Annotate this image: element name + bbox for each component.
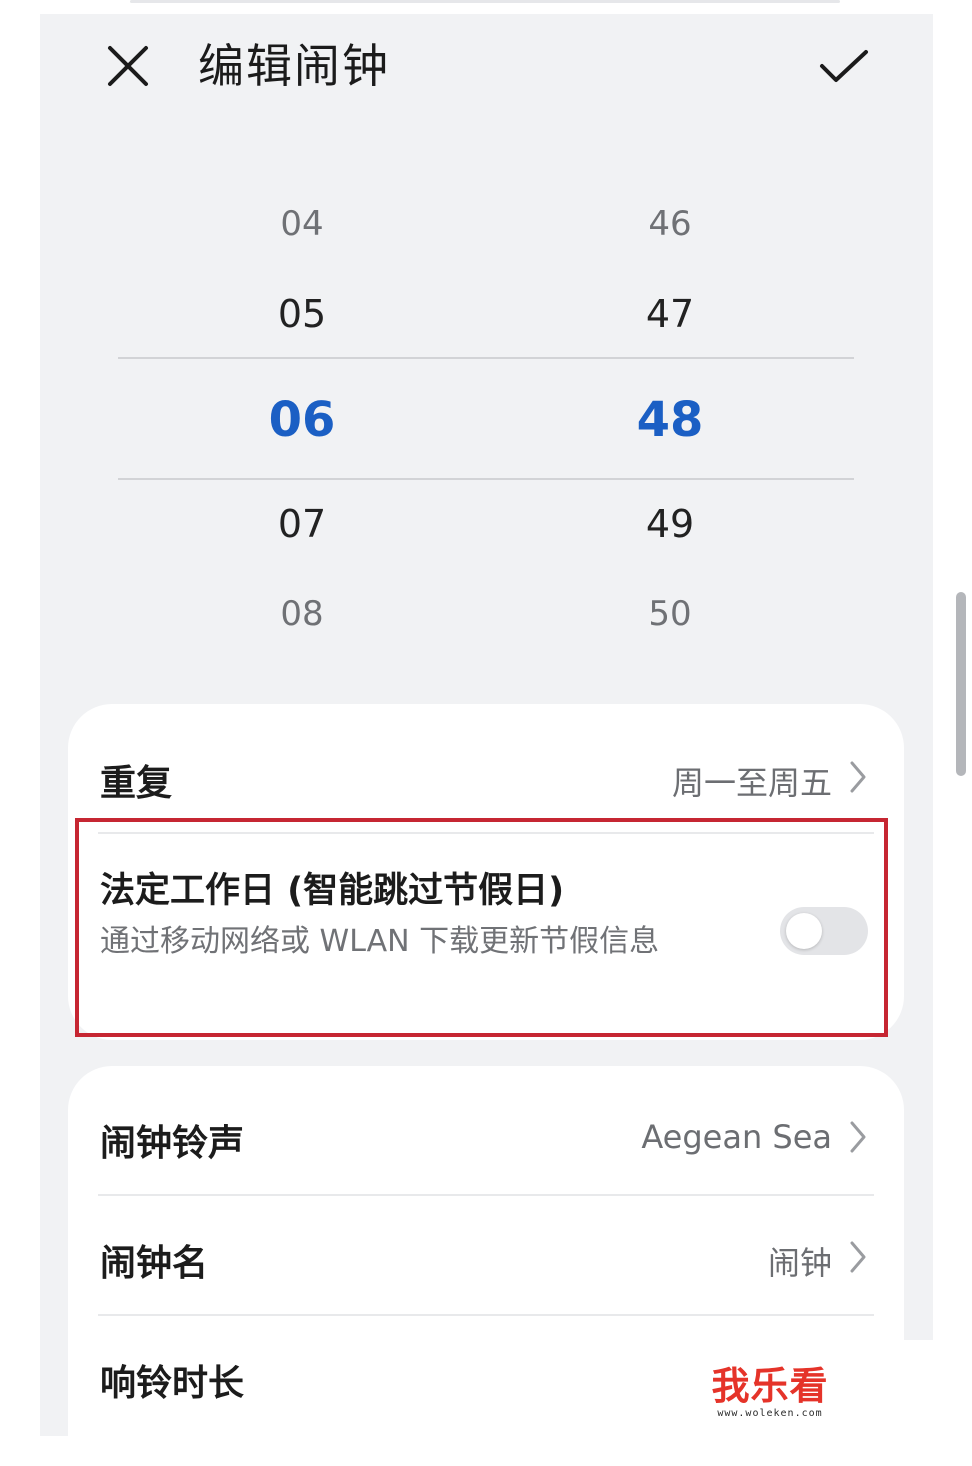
repeat-label: 重复	[100, 763, 173, 804]
watermark-url: www.woleken.com	[717, 1408, 823, 1419]
row-divider	[98, 1194, 874, 1196]
close-icon	[108, 46, 148, 86]
minute-option[interactable]: 50	[570, 594, 770, 634]
selected-hour[interactable]: 06	[202, 392, 402, 448]
chevron-right-icon[interactable]	[848, 759, 868, 795]
picker-selection-line-top	[118, 357, 854, 359]
row-divider	[98, 1314, 874, 1316]
hour-option[interactable]: 05	[202, 292, 402, 336]
holiday-skip-toggle[interactable]	[780, 907, 868, 955]
minute-option[interactable]: 47	[570, 292, 770, 336]
confirm-button[interactable]	[812, 38, 876, 94]
repeat-settings-card: 重复 周一至周五 法定工作日 (智能跳过节假日) 通过移动网络或 WLAN 下载…	[68, 704, 904, 1040]
hour-option[interactable]: 04	[202, 204, 402, 244]
repeat-value[interactable]: 周一至周五	[672, 758, 832, 804]
ringtone-value[interactable]: Aegean Sea	[641, 1118, 832, 1156]
minute-wheel[interactable]: 46 47 48 49 50	[570, 196, 770, 656]
status-bar-edge	[130, 0, 840, 3]
holiday-skip-subtitle: 通过移动网络或 WLAN 下载更新节假信息	[100, 924, 660, 959]
minute-option[interactable]: 49	[570, 502, 770, 546]
ring-duration-label[interactable]: 响铃时长	[100, 1354, 244, 1406]
toggle-knob	[786, 913, 822, 949]
close-button[interactable]	[100, 38, 156, 94]
minute-option[interactable]: 46	[570, 204, 770, 244]
holiday-skip-title: 法定工作日 (智能跳过节假日)	[100, 871, 565, 911]
scrollbar[interactable]	[956, 592, 966, 776]
chevron-right-icon[interactable]	[848, 1239, 868, 1275]
ringtone-label: 闹钟铃声	[100, 1123, 245, 1164]
row-divider	[98, 832, 874, 834]
hour-option[interactable]: 08	[202, 594, 402, 634]
site-watermark-logo: 我乐看 www.woleken.com	[705, 1364, 835, 1419]
page-edge	[903, 1340, 972, 1436]
check-icon	[820, 50, 868, 82]
hour-option[interactable]: 07	[202, 502, 402, 546]
chevron-right-icon[interactable]	[848, 1119, 868, 1155]
alarm-name-label: 闹钟名	[100, 1243, 209, 1284]
picker-selection-line-bottom	[118, 478, 854, 480]
alarm-name-value[interactable]: 闹钟	[768, 1238, 832, 1284]
watermark-text: 我乐看	[711, 1364, 829, 1408]
page-title: 编辑闹钟	[198, 39, 390, 93]
selected-minute[interactable]: 48	[570, 392, 770, 448]
hour-wheel[interactable]: 04 05 06 07 08	[202, 196, 402, 656]
